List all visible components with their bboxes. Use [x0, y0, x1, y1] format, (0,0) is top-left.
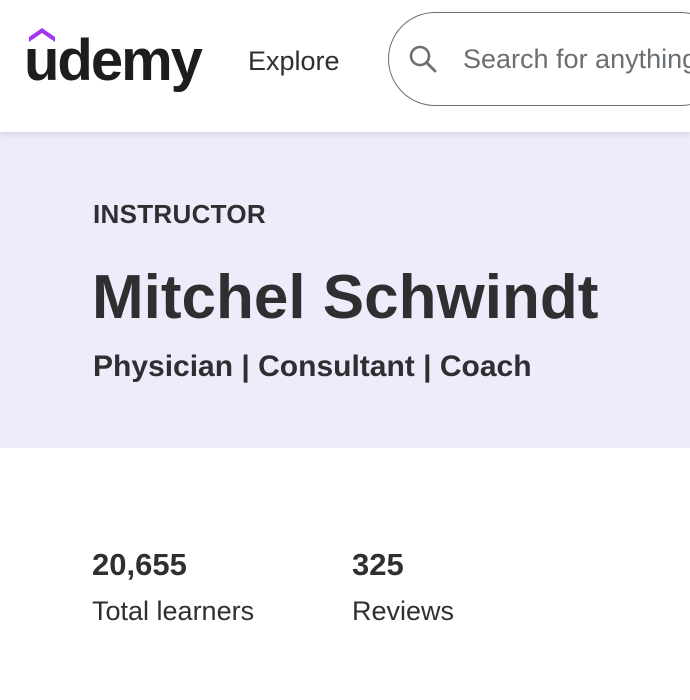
- reviews-label: Reviews: [352, 596, 455, 626]
- total-learners-value: 20,655: [92, 547, 187, 582]
- search-input[interactable]: [463, 41, 690, 77]
- instructor-hero: INSTRUCTOR Mitchel Schwindt Physician | …: [0, 132, 690, 448]
- search-bar[interactable]: [388, 12, 690, 106]
- total-learners-label: Total learners: [92, 596, 255, 626]
- instructor-headline: Physician | Consultant | Coach: [93, 350, 532, 383]
- top-header: udemy Explore: [0, 0, 690, 132]
- instructor-profile-page: udemy Explore INSTRUCTOR Mitchel Schwind…: [0, 0, 690, 700]
- reviews-value: 325: [352, 547, 404, 582]
- logo-wordmark: udemy: [24, 28, 203, 93]
- explore-menu[interactable]: Explore: [248, 44, 340, 78]
- search-icon[interactable]: [407, 43, 439, 75]
- stat-total-learners: 20,655 Total learners: [92, 546, 254, 628]
- stat-reviews: 325 Reviews: [352, 546, 454, 628]
- instructor-name: Mitchel Schwindt: [92, 263, 599, 332]
- instructor-eyebrow: INSTRUCTOR: [93, 199, 266, 229]
- udemy-logo[interactable]: udemy: [24, 24, 210, 96]
